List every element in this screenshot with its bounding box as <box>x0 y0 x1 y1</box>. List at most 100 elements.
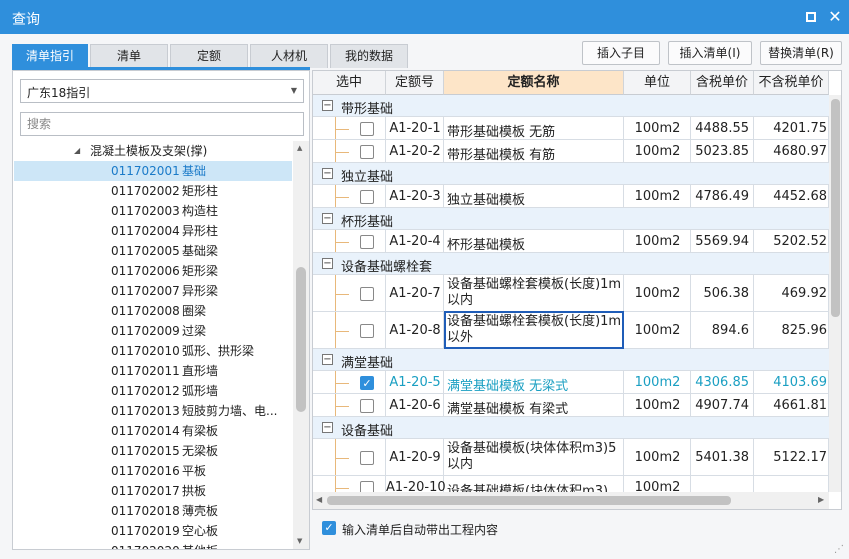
row-checkbox[interactable] <box>360 286 374 301</box>
header-net-price[interactable]: 不含税单价 <box>754 71 829 95</box>
cell-name: 独立基础模板 <box>447 192 526 208</box>
tree-item-code: 011702007 <box>111 284 180 298</box>
maximize-icon[interactable] <box>802 8 820 26</box>
tree-item[interactable]: 011702005 基础梁 <box>14 241 292 261</box>
group-row[interactable]: − 满堂基础 <box>313 349 829 371</box>
tree-item[interactable]: 011702002 矩形柱 <box>14 181 292 201</box>
table-row[interactable]: ✓ A1-20-5 满堂基础模板 无梁式 100m2 4306.85 4103.69 <box>313 371 829 394</box>
tree-item[interactable]: 011702009 过梁 <box>14 321 292 341</box>
cell-price: 506.38 <box>703 285 750 301</box>
auto-content-checkbox[interactable]: ✓ <box>322 521 336 535</box>
collapse-icon[interactable]: − <box>322 354 333 365</box>
cell-price: 5569.94 <box>695 233 749 249</box>
table-row[interactable]: A1-20-7 设备基础螺栓套模板(长度)1m以内 100m2 506.38 469.9… <box>313 275 829 312</box>
row-checkbox[interactable] <box>360 144 374 159</box>
scroll-up-icon[interactable]: ▲ <box>297 144 302 152</box>
collapse-icon[interactable]: − <box>322 100 333 111</box>
guide-panel: 广东18指引 ▼ ◢ 混凝土模板及支架(撑) 011702001基础011702… <box>12 70 310 550</box>
tree-item-name: 异形梁 <box>182 284 219 298</box>
tree-scrollbar[interactable]: ▲ ▼ <box>293 141 309 549</box>
cell-price: 5401.38 <box>695 449 749 465</box>
cell-unit: 100m2 <box>634 143 681 159</box>
group-row[interactable]: − 独立基础 <box>313 163 829 185</box>
tree-item[interactable]: 011702010 弧形、拱形梁 <box>14 341 292 361</box>
collapse-icon[interactable]: − <box>322 168 333 179</box>
row-checkbox[interactable] <box>360 450 374 465</box>
tree-item[interactable]: 011702015 无梁板 <box>14 441 292 461</box>
tree-item[interactable]: 011702016 平板 <box>14 461 292 481</box>
tree-item[interactable]: 011702014 有梁板 <box>14 421 292 441</box>
cell-net-price: 4452.68 <box>773 188 827 204</box>
group-row[interactable]: − 带形基础 <box>313 95 829 117</box>
close-icon[interactable]: ✕ <box>826 8 844 26</box>
tab-quota[interactable]: 定额 <box>170 44 248 68</box>
tree-item[interactable]: 011702018 薄壳板 <box>14 501 292 521</box>
header-price[interactable]: 含税单价 <box>691 71 754 95</box>
tree-item[interactable]: 011702012 弧形墙 <box>14 381 292 401</box>
tab-my-data[interactable]: 我的数据 <box>330 44 408 68</box>
scroll-left-icon[interactable]: ◀ <box>316 495 322 504</box>
tab-list[interactable]: 清单 <box>90 44 168 68</box>
collapse-icon[interactable]: − <box>322 422 333 433</box>
tree-item[interactable]: 011702007 异形梁 <box>14 281 292 301</box>
header-select[interactable]: 选中 <box>313 71 386 95</box>
tree-item[interactable]: 011702008 圈梁 <box>14 301 292 321</box>
search-input[interactable] <box>21 113 303 135</box>
row-checkbox[interactable] <box>360 189 374 204</box>
tab-list-guide[interactable]: 清单指引 <box>12 44 88 68</box>
scroll-right-icon[interactable]: ▶ <box>818 495 824 504</box>
row-checkbox[interactable] <box>360 121 374 136</box>
header-name[interactable]: 定额名称 <box>444 71 624 95</box>
focused-cell[interactable] <box>444 311 624 349</box>
group-row[interactable]: − 设备基础螺栓套 <box>313 253 829 275</box>
tree-item[interactable]: 011702006 矩形梁 <box>14 261 292 281</box>
guide-dropdown[interactable]: 广东18指引 ▼ <box>20 79 304 103</box>
resize-grip-icon[interactable]: ⋰ <box>834 544 846 556</box>
tab-materials[interactable]: 人材机 <box>250 44 328 68</box>
table-row[interactable]: A1-20-3 独立基础模板 100m2 4786.49 4452.68 <box>313 185 829 208</box>
table-row[interactable]: A1-20-2 带形基础模板 有筋 100m2 5023.85 4680.97 <box>313 140 829 163</box>
title-bar: 查询 ✕ <box>0 0 849 34</box>
tree-item[interactable]: 011702019 空心板 <box>14 521 292 541</box>
insert-child-button[interactable]: 插入子目 <box>582 41 660 65</box>
tree-item-code: 011702011 <box>111 364 180 378</box>
scroll-down-icon[interactable]: ▼ <box>297 537 302 545</box>
insert-list-button[interactable]: 插入清单(I) <box>668 41 752 65</box>
group-name: 满堂基础 <box>341 356 394 371</box>
tree-scrollbar-thumb[interactable] <box>296 267 306 412</box>
table-row[interactable]: A1-20-6 满堂基础模板 有梁式 100m2 4907.74 4661.81 <box>313 394 829 417</box>
tree-item[interactable]: 011702001 基础 <box>14 161 292 181</box>
header-unit[interactable]: 单位 <box>624 71 691 95</box>
chevron-down-icon[interactable]: ▼ <box>291 86 297 95</box>
grid-vertical-scrollbar-thumb[interactable] <box>831 99 840 317</box>
tree-item[interactable]: 011702017 拱板 <box>14 481 292 501</box>
tree-connector <box>335 487 349 489</box>
grid-vertical-scrollbar[interactable] <box>829 95 841 492</box>
search-field[interactable] <box>20 112 304 136</box>
replace-list-button[interactable]: 替换清单(R) <box>760 41 842 65</box>
tree-item[interactable]: 011702013 短肢剪力墙、电... <box>14 401 292 421</box>
row-checkbox[interactable] <box>360 323 374 338</box>
collapse-icon[interactable]: − <box>322 213 333 224</box>
table-row[interactable]: A1-20-1 带形基础模板 无筋 100m2 4488.55 4201.75 <box>313 117 829 140</box>
collapse-icon[interactable]: − <box>322 258 333 269</box>
tree-item[interactable]: 011702004 异形柱 <box>14 221 292 241</box>
table-row[interactable]: A1-20-4 杯形基础模板 100m2 5569.94 5202.52 <box>313 230 829 253</box>
header-code[interactable]: 定额号 <box>386 71 444 95</box>
tree-item-code: 011702017 <box>111 484 180 498</box>
row-checkbox[interactable] <box>360 398 374 413</box>
tree-item-name: 其他板 <box>182 541 218 549</box>
row-checkbox[interactable]: ✓ <box>360 375 374 390</box>
table-row[interactable]: A1-20-8 设备基础螺栓套模板(长度)1m以外 100m2 894.6 825.96 <box>313 311 829 349</box>
tree-item[interactable]: 011702011 直形墙 <box>14 361 292 381</box>
tree-node-parent[interactable]: ◢ 混凝土模板及支架(撑) <box>14 141 292 161</box>
tree-item[interactable]: 011702003 构造柱 <box>14 201 292 221</box>
grid-horizontal-scrollbar[interactable]: ◀ ▶ <box>313 492 829 509</box>
group-row[interactable]: − 设备基础 <box>313 417 829 439</box>
table-row[interactable]: A1-20-9 设备基础模板(块体体积m3)5以内 100m2 5401.38 5122… <box>313 439 829 476</box>
group-row[interactable]: − 杯形基础 <box>313 208 829 230</box>
collapse-triangle-icon[interactable]: ◢ <box>74 141 80 161</box>
grid-horizontal-scrollbar-thumb[interactable] <box>327 496 731 505</box>
tree-item[interactable]: 011702020其他板 <box>14 541 292 549</box>
row-checkbox[interactable] <box>360 234 374 249</box>
